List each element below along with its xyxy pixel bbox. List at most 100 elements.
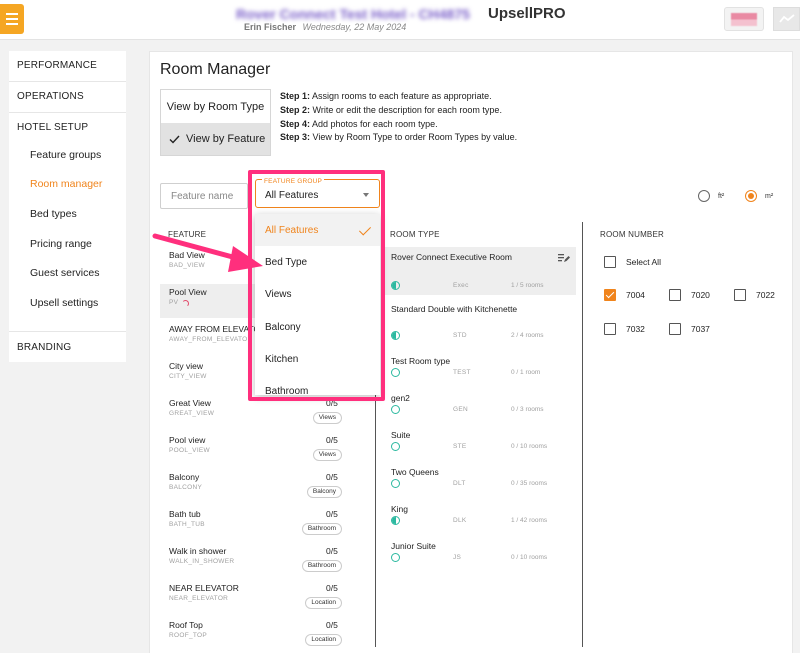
- sidebar-item-room-manager[interactable]: Room manager: [30, 178, 102, 190]
- feature-row[interactable]: Pool view POOL_VIEW 0/5 Views: [160, 432, 342, 466]
- feature-count: 0/5: [326, 620, 338, 630]
- room-checkbox[interactable]: [604, 323, 616, 335]
- room-type-code: DLK: [453, 517, 467, 524]
- feature-row[interactable]: NEAR ELEVATOR NEAR_ELEVATOR 0/5 Location: [160, 580, 342, 614]
- feature-group-badge: Location: [305, 634, 342, 646]
- room-number-label: 7004: [626, 290, 645, 300]
- highlight-box: [248, 170, 385, 401]
- room-type-name: Standard Double with Kitchenette: [391, 304, 518, 314]
- user-name: Erin Fischer: [244, 22, 297, 32]
- room-type-name: gen2: [391, 393, 410, 403]
- feature-name-input[interactable]: Feature name: [160, 183, 248, 209]
- step-text: Add photos for each room type.: [310, 118, 438, 129]
- select-all-checkbox[interactable]: [604, 256, 616, 268]
- feature-row[interactable]: Walk in shower WALK_IN_SHOWER 0/5 Bathro…: [160, 543, 342, 577]
- room-coverage-icon: [391, 516, 400, 525]
- room-type-row[interactable]: Two Queens DLT 0 / 35 rooms: [385, 462, 576, 492]
- room-checkbox[interactable]: [734, 289, 746, 301]
- feature-name: NEAR ELEVATOR: [169, 583, 239, 593]
- feature-code: GREAT_VIEW: [169, 410, 215, 417]
- room-type-code: DLT: [453, 480, 466, 487]
- room-checkbox[interactable]: [669, 289, 681, 301]
- room-type-rooms: 0 / 10 rooms: [511, 554, 548, 561]
- room-checkbox[interactable]: [604, 289, 616, 301]
- view-by-room-type-button[interactable]: View by Room Type: [161, 90, 270, 123]
- room-coverage-icon: [391, 479, 400, 488]
- room-type-row[interactable]: Suite STE 0 / 10 rooms: [385, 425, 576, 455]
- room-type-row[interactable]: Rover Connect Executive Room Exec 1 / 5 …: [385, 247, 576, 295]
- room-type-rooms: 0 / 10 rooms: [511, 443, 548, 450]
- sidebar-item-pricing-range[interactable]: Pricing range: [30, 238, 92, 250]
- step-label: Step 2:: [280, 104, 311, 115]
- sidebar-item-bed-types[interactable]: Bed types: [30, 208, 77, 220]
- room-type-name: Two Queens: [391, 467, 439, 477]
- room-type-name: Suite: [391, 430, 411, 440]
- edit-icon[interactable]: [558, 253, 570, 263]
- menu-icon-line: [6, 13, 18, 15]
- step-line: Step 3: View by Room Type to order Room …: [280, 131, 517, 145]
- room-type-name: Rover Connect Executive Room: [391, 252, 512, 262]
- feature-code: BAD_VIEW: [169, 262, 205, 269]
- unit-label-ft2: ft²: [718, 192, 725, 200]
- sidebar-item-feature-groups[interactable]: Feature groups: [30, 149, 101, 161]
- feature-group-badge: Bathroom: [301, 560, 342, 572]
- room-coverage-icon: [391, 405, 400, 414]
- feature-row[interactable]: Bath tub BATH_TUB 0/5 Bathroom: [160, 506, 342, 540]
- room-coverage-icon: [391, 331, 400, 340]
- analytics-button[interactable]: [773, 7, 800, 31]
- flag-icon: [731, 12, 757, 26]
- sidebar-item-guest-services[interactable]: Guest services: [30, 267, 99, 279]
- unit-option-ft2[interactable]: ft²: [698, 190, 724, 202]
- sidebar-divider: [9, 81, 126, 82]
- feature-code: BALCONY: [169, 484, 203, 491]
- feature-code: NEAR_ELEVATOR: [169, 595, 229, 602]
- step-line: Step 1: Assign rooms to each feature as …: [280, 90, 517, 104]
- step-label: Step 3:: [280, 132, 311, 143]
- step-text: View by Room Type to order Room Types by…: [310, 132, 518, 143]
- feature-name: Bath tub: [169, 509, 201, 519]
- room-number-label: 7020: [691, 290, 710, 300]
- room-type-row[interactable]: Junior Suite JS 0 / 10 rooms: [385, 536, 576, 566]
- room-type-row[interactable]: King DLK 1 / 42 rooms: [385, 499, 576, 529]
- feature-code: AWAY_FROM_ELEVATOR: [169, 336, 253, 343]
- language-selector-button[interactable]: [724, 7, 764, 31]
- radio-m2[interactable]: [745, 190, 757, 202]
- room-checkbox[interactable]: [669, 323, 681, 335]
- feature-row[interactable]: Roof Top ROOF_TOP 0/5 Location: [160, 617, 342, 651]
- feature-count: 0/5: [326, 509, 338, 519]
- feature-name: Pool View: [169, 287, 207, 297]
- room-type-code: STD: [453, 332, 467, 339]
- room-coverage-icon: [391, 281, 400, 290]
- hamburger-menu-button[interactable]: [0, 4, 24, 34]
- feature-count: 0/5: [326, 546, 338, 556]
- view-by-feature-label: View by Feature: [186, 133, 266, 145]
- room-type-rooms: 1 / 5 rooms: [511, 282, 544, 289]
- view-by-feature-button[interactable]: View by Feature: [161, 123, 270, 155]
- sidebar-item-upsell-settings[interactable]: Upsell settings: [30, 297, 98, 309]
- feature-count: 0/5: [326, 583, 338, 593]
- room-type-row[interactable]: Standard Double with Kitchenette STD 2 /…: [385, 299, 576, 343]
- unit-option-m2[interactable]: m²: [745, 190, 773, 202]
- room-number-column-header: ROOM NUMBER: [600, 230, 664, 239]
- sidebar-section-hotel-setup[interactable]: HOTEL SETUP: [17, 122, 88, 133]
- main-panel: Room Manager View by Room Type View by F…: [149, 51, 793, 653]
- room-type-row[interactable]: gen2 GEN 0 / 3 rooms: [385, 388, 576, 418]
- room-type-code: TEST: [453, 369, 471, 376]
- room-type-code: JS: [453, 554, 462, 561]
- radio-ft2[interactable]: [698, 190, 710, 202]
- sidebar-section-operations[interactable]: OPERATIONS: [17, 91, 84, 102]
- feature-group-badge: Views: [312, 449, 342, 461]
- hotel-name: Rover Connect Test Hotel - CH4875: [236, 6, 470, 22]
- room-coverage-icon: [391, 442, 400, 451]
- room-number-label: 7037: [691, 324, 710, 334]
- step-line: Step 4: Add photos for each room type.: [280, 118, 517, 132]
- view-toggle: View by Room Type View by Feature: [160, 89, 271, 156]
- sidebar-section-branding[interactable]: BRANDING: [17, 342, 71, 353]
- room-type-rooms: 0 / 3 rooms: [511, 406, 544, 413]
- feature-name: Walk in shower: [169, 546, 227, 556]
- room-type-code: Exec: [453, 282, 469, 289]
- feature-row[interactable]: Balcony BALCONY 0/5 Balcony: [160, 469, 342, 503]
- room-type-row[interactable]: Test Room type TEST 0 / 1 room: [385, 351, 576, 381]
- sidebar-section-performance[interactable]: PERFORMANCE: [17, 60, 97, 71]
- feature-column-header: FEATURE: [168, 230, 207, 239]
